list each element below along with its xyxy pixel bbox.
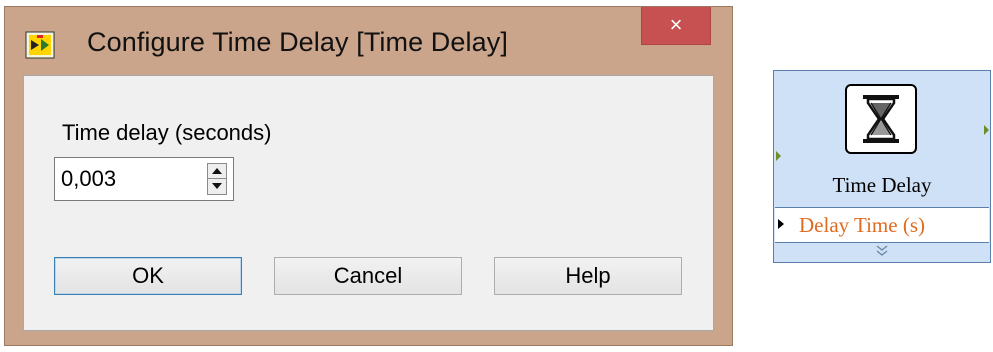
cancel-button[interactable]: Cancel [274,257,462,295]
dialog-title: Configure Time Delay [Time Delay] [87,27,508,57]
node-name: Time Delay [832,173,932,197]
double-chevron-down-icon[interactable] [875,245,889,257]
time-delay-numeric-control[interactable]: 0,003 [54,157,234,201]
close-button[interactable]: × [641,7,711,45]
time-delay-input[interactable]: 0,003 [61,166,116,192]
arrow-down-icon [212,183,222,189]
input-terminal[interactable] [776,151,781,161]
numeric-spinner[interactable] [207,163,227,195]
ok-button[interactable]: OK [54,257,242,295]
title-bar[interactable]: Configure Time Delay [Time Delay] × [5,7,732,75]
time-delay-label: Time delay (seconds) [62,120,272,145]
input-arrow-icon [778,219,784,229]
delay-time-input-row[interactable]: Delay Time (s) [775,207,989,243]
configure-time-delay-dialog: Configure Time Delay [Time Delay] × Time… [4,6,733,346]
time-delay-node[interactable]: Time Delay Delay Time (s) [773,70,991,263]
arrow-up-icon [212,168,222,174]
output-terminal[interactable] [984,125,989,135]
hourglass-icon [845,84,917,154]
increment-button[interactable] [208,164,226,179]
dialog-body: Time delay (seconds) 0,003 OK Cancel Hel… [23,75,714,331]
close-icon: × [669,12,683,37]
labview-express-vi-icon [25,31,55,59]
help-button[interactable]: Help [494,257,682,295]
delay-time-label: Delay Time (s) [799,213,925,237]
decrement-button[interactable] [208,179,226,194]
